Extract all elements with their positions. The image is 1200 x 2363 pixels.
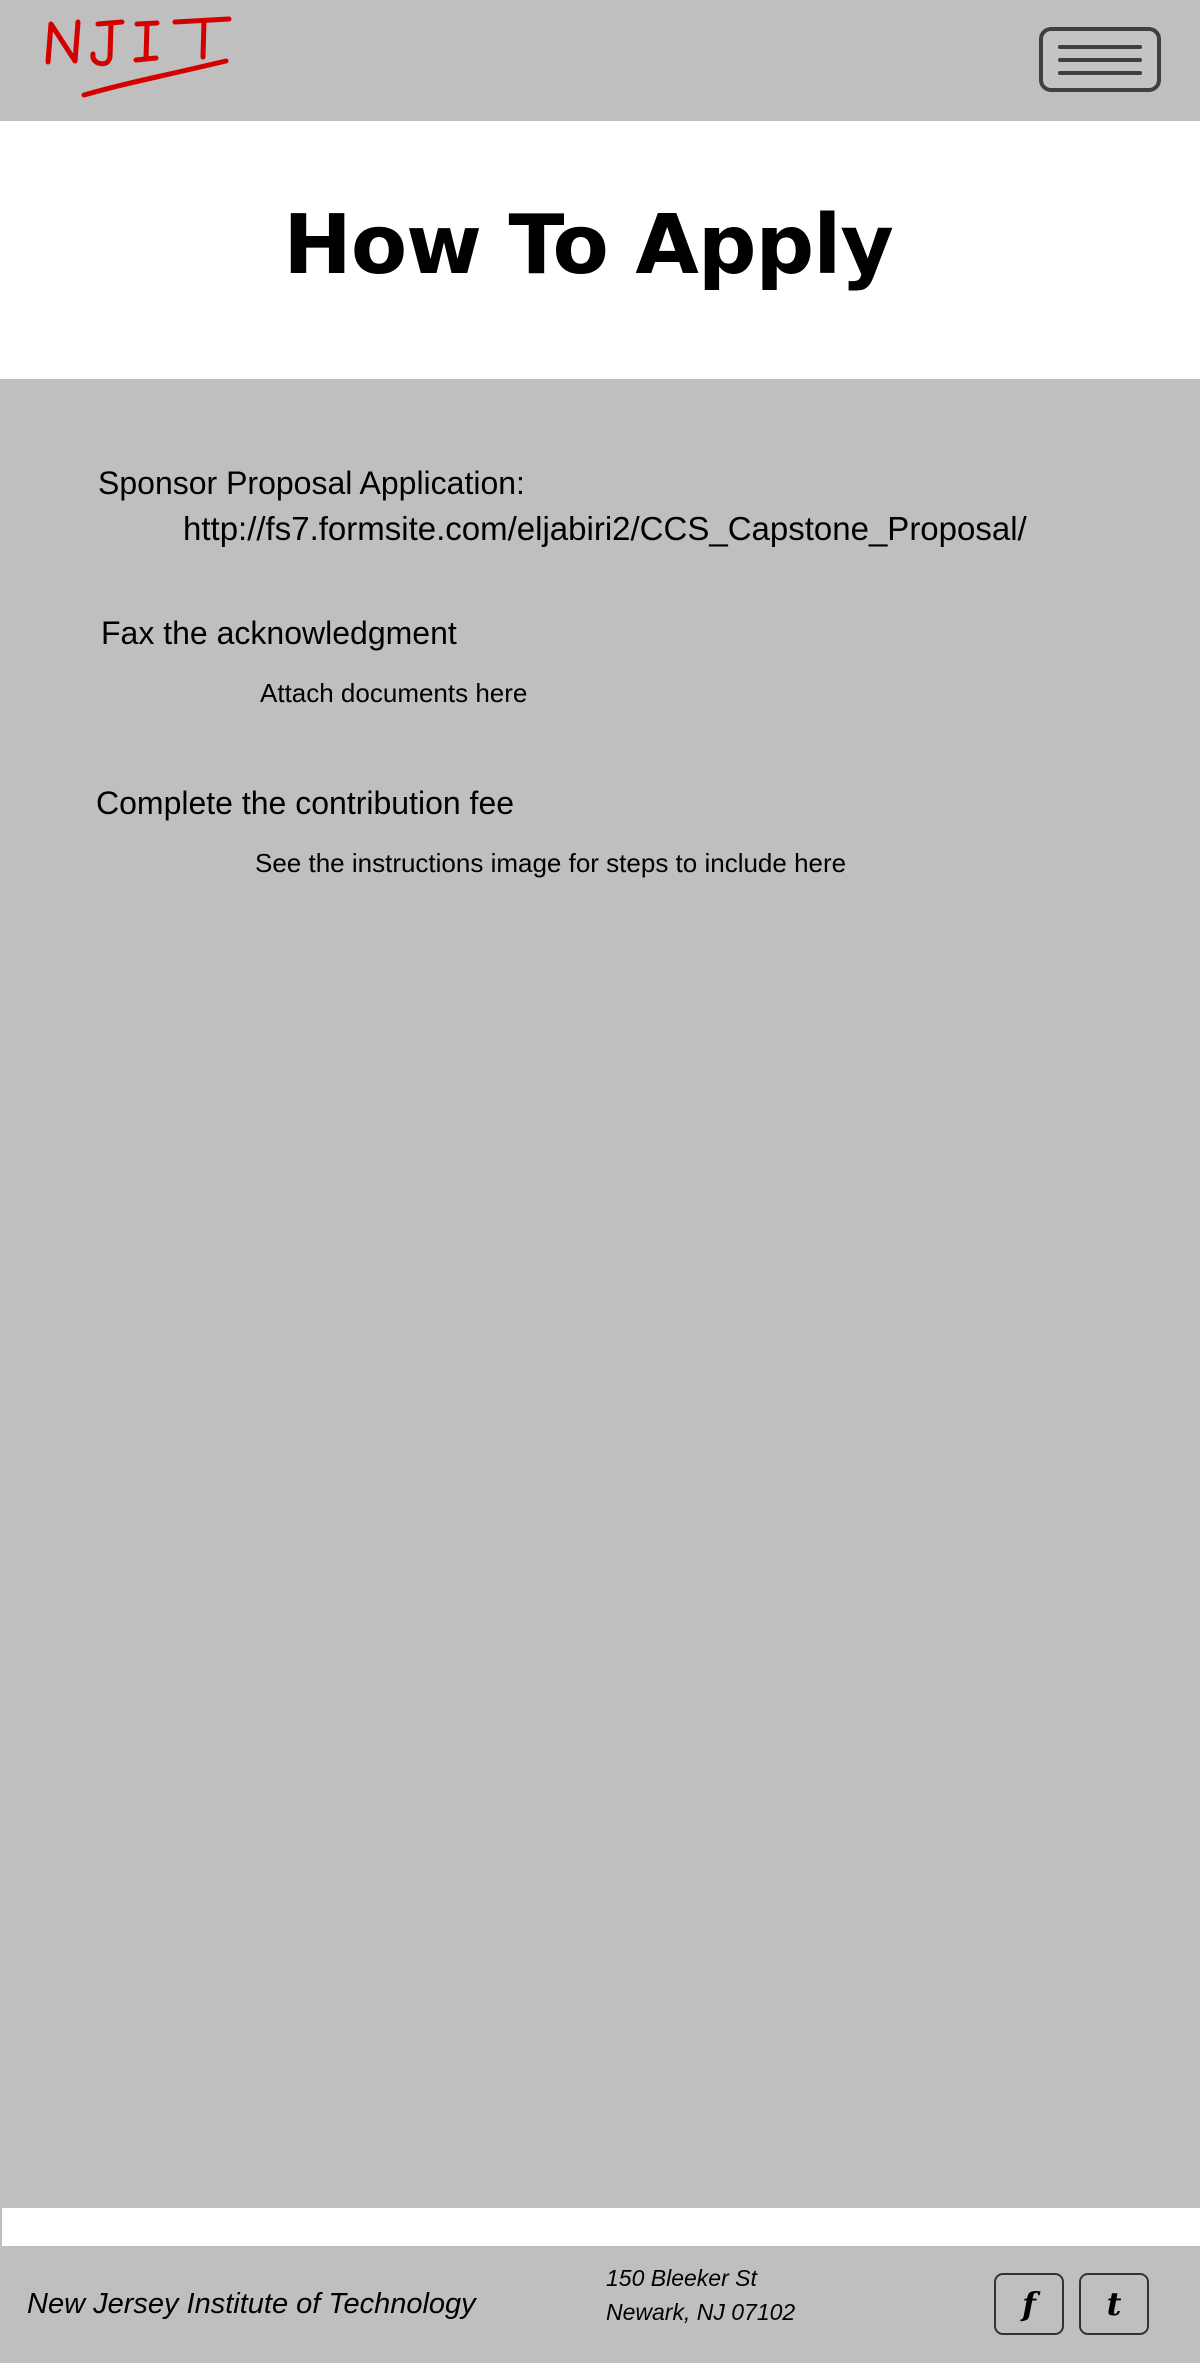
hamburger-menu-icon [1058, 45, 1142, 49]
main-content: Sponsor Proposal Application: http://fs7… [0, 379, 1200, 2208]
hamburger-menu-icon-bar [1058, 58, 1142, 62]
fee-instructions-note: See the instructions image for steps to … [255, 848, 847, 878]
attach-documents-note: Attach documents here [260, 678, 528, 708]
footer-divider [2, 2208, 1200, 2246]
hamburger-menu-button[interactable] [1039, 27, 1161, 92]
fax-acknowledgment-heading: Fax the acknowledgment [101, 615, 457, 651]
footer-address-line1: 150 Bleeker St [606, 2265, 757, 2291]
site-header [0, 0, 1200, 121]
twitter-icon: t [1106, 2285, 1122, 2323]
site-footer: New Jersey Institute of Technology 150 B… [0, 2246, 1200, 2363]
sponsor-proposal-link[interactable]: http://fs7.formsite.com/eljabiri2/CCS_Ca… [183, 509, 1027, 549]
twitter-button[interactable]: t [1079, 2273, 1149, 2335]
title-banner: How To Apply [0, 121, 1200, 379]
contribution-fee-heading: Complete the contribution fee [96, 785, 515, 821]
njit-logo[interactable] [42, 12, 242, 104]
njit-logo-mark [45, 16, 232, 98]
facebook-button[interactable]: f [994, 2273, 1064, 2335]
footer-address-line2: Newark, NJ 07102 [606, 2299, 796, 2325]
footer-org-name: New Jersey Institute of Technology [27, 2288, 476, 2320]
hamburger-menu-icon-bar [1058, 71, 1142, 75]
facebook-icon: f [1022, 2285, 1036, 2323]
sponsor-proposal-heading: Sponsor Proposal Application: [98, 465, 525, 501]
page-title: How To Apply [283, 198, 894, 293]
